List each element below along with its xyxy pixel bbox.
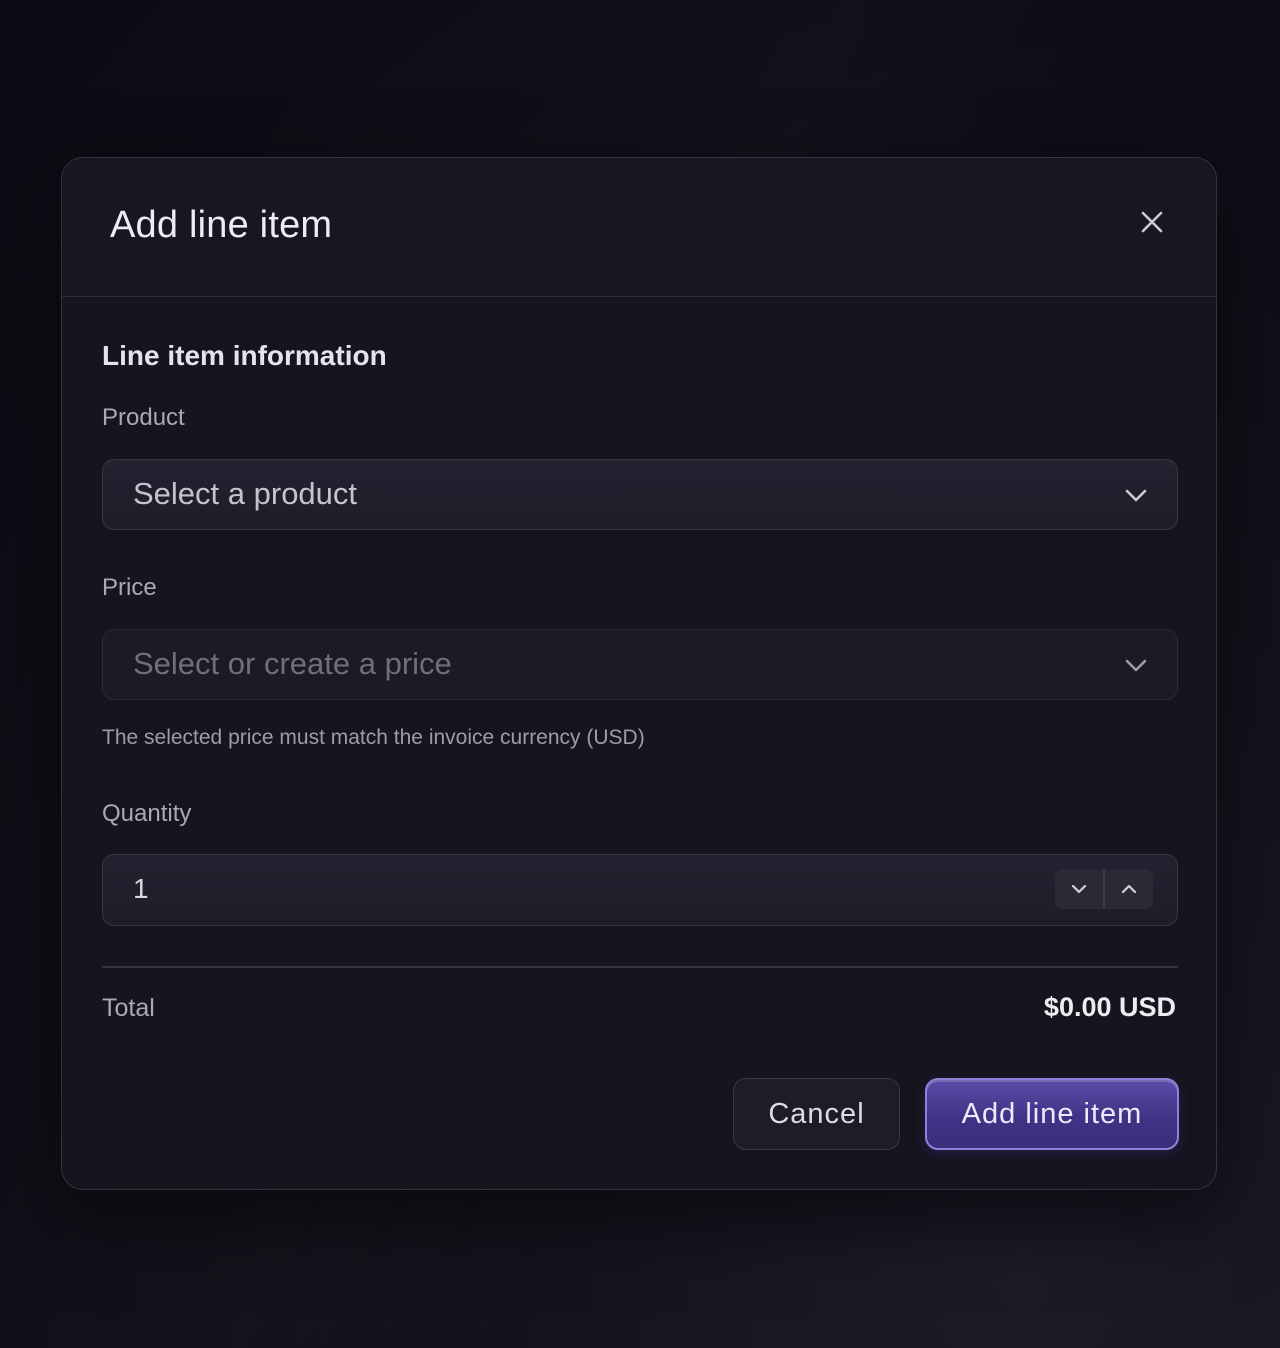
quantity-stepper: 1 xyxy=(102,854,1178,926)
chevron-up-icon xyxy=(1121,884,1136,894)
decrement-button[interactable] xyxy=(1055,869,1103,909)
product-select[interactable]: Select a product xyxy=(102,459,1178,530)
price-help-text: The selected price must match the invoic… xyxy=(102,726,645,749)
close-button[interactable] xyxy=(1132,202,1172,242)
stepper-controls xyxy=(1055,869,1153,909)
product-label: Product xyxy=(102,404,185,431)
price-label: Price xyxy=(102,574,157,601)
price-select-placeholder: Select or create a price xyxy=(133,646,452,681)
chevron-down-icon xyxy=(1072,884,1087,894)
close-icon xyxy=(1141,211,1163,233)
chevron-down-icon xyxy=(1125,659,1147,672)
total-label: Total xyxy=(102,994,155,1022)
increment-button[interactable] xyxy=(1105,869,1153,909)
cancel-button[interactable]: Cancel xyxy=(733,1078,900,1150)
chevron-down-icon xyxy=(1125,489,1147,502)
section-title: Line item information xyxy=(102,340,387,371)
dialog-header: Add line item xyxy=(62,158,1216,297)
add-line-item-button[interactable]: Add line item xyxy=(925,1078,1179,1150)
quantity-label: Quantity xyxy=(102,800,192,827)
total-divider xyxy=(102,966,1178,968)
product-select-placeholder: Select a product xyxy=(133,476,358,511)
quantity-input[interactable]: 1 xyxy=(133,855,149,923)
dialog-title: Add line item xyxy=(110,204,333,246)
total-value: $0.00 USD xyxy=(1043,992,1176,1022)
add-line-item-dialog: Add line item Line item information Prod… xyxy=(61,157,1217,1190)
price-select[interactable]: Select or create a price xyxy=(102,629,1178,700)
